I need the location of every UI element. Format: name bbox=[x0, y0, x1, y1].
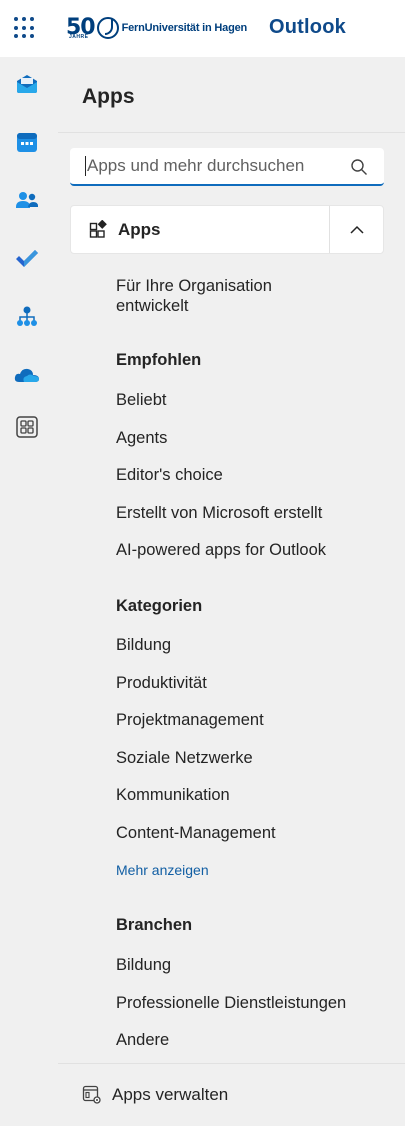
nav-item-other[interactable]: Andere bbox=[116, 1030, 169, 1050]
apps-section-label: Apps bbox=[118, 219, 161, 239]
nav-item-communication[interactable]: Kommunikation bbox=[116, 785, 230, 805]
nav-item-project-management[interactable]: Projektmanagement bbox=[116, 710, 264, 730]
search-box[interactable] bbox=[70, 148, 384, 186]
logo-mark-icon bbox=[96, 17, 119, 39]
nav-item-org[interactable]: Für Ihre Organisation entwickelt bbox=[116, 276, 272, 316]
manage-apps-icon bbox=[82, 1085, 101, 1104]
more-apps-icon[interactable] bbox=[13, 413, 41, 441]
heading-categories: Kategorien bbox=[116, 597, 203, 615]
logo-jahre: JAHRE bbox=[69, 34, 89, 40]
chevron-up-icon bbox=[350, 225, 364, 234]
collapse-button[interactable] bbox=[329, 206, 384, 253]
search-icon[interactable] bbox=[350, 158, 368, 176]
show-more-link[interactable]: Mehr anzeigen bbox=[116, 861, 209, 879]
apps-add-icon bbox=[89, 219, 107, 238]
nav-item-by-microsoft[interactable]: Erstellt von Microsoft erstellt bbox=[116, 503, 322, 523]
mail-icon[interactable] bbox=[13, 69, 41, 97]
nav-item-editors-choice[interactable]: Editor's choice bbox=[116, 465, 223, 485]
search-input[interactable] bbox=[85, 156, 345, 176]
nav-item-productivity[interactable]: Produktivität bbox=[116, 673, 207, 693]
people-icon[interactable] bbox=[13, 186, 41, 214]
calendar-icon[interactable] bbox=[13, 128, 41, 156]
bottom-divider bbox=[58, 1063, 405, 1064]
nav-item-org-line1: Für Ihre Organisation bbox=[116, 277, 272, 295]
app-rail bbox=[0, 57, 54, 1126]
nav-item-professional-services[interactable]: Professionelle Dienstleistungen bbox=[116, 993, 346, 1013]
org-explorer-icon[interactable] bbox=[13, 302, 41, 330]
manage-apps-button[interactable]: Apps verwalten bbox=[82, 1083, 228, 1107]
organization-logo: 50 JAHRE FernUniversität in Hagen bbox=[66, 12, 247, 44]
nav-item-ai-powered[interactable]: AI-powered apps for Outlook bbox=[116, 540, 326, 560]
apps-panel: Apps Apps Für Ihre Organisation en bbox=[58, 57, 405, 1126]
top-bar: 50 JAHRE FernUniversität in Hagen Outloo… bbox=[0, 0, 405, 57]
app-name[interactable]: Outlook bbox=[269, 16, 346, 39]
logo-text: FernUniversität in Hagen bbox=[121, 22, 248, 34]
nav-item-agents[interactable]: Agents bbox=[116, 428, 167, 448]
nav-item-popular[interactable]: Beliebt bbox=[116, 390, 166, 410]
heading-industries: Branchen bbox=[116, 916, 193, 934]
nav-item-education[interactable]: Bildung bbox=[116, 635, 171, 655]
waffle-icon[interactable] bbox=[14, 17, 36, 39]
nav-item-social[interactable]: Soziale Netzwerke bbox=[116, 748, 253, 768]
page-title: Apps bbox=[82, 85, 135, 108]
onedrive-icon[interactable] bbox=[13, 360, 41, 388]
heading-recommended: Empfohlen bbox=[116, 351, 202, 369]
nav-item-content-management[interactable]: Content-Management bbox=[116, 823, 276, 843]
nav-item-org-line2: entwickelt bbox=[116, 297, 189, 315]
apps-section-header: Apps bbox=[70, 205, 384, 254]
todo-icon[interactable] bbox=[13, 244, 41, 272]
nav-item-industry-education[interactable]: Bildung bbox=[116, 955, 171, 975]
manage-apps-label: Apps verwalten bbox=[112, 1085, 229, 1104]
title-divider bbox=[58, 132, 405, 133]
apps-section-button[interactable]: Apps bbox=[71, 206, 329, 253]
